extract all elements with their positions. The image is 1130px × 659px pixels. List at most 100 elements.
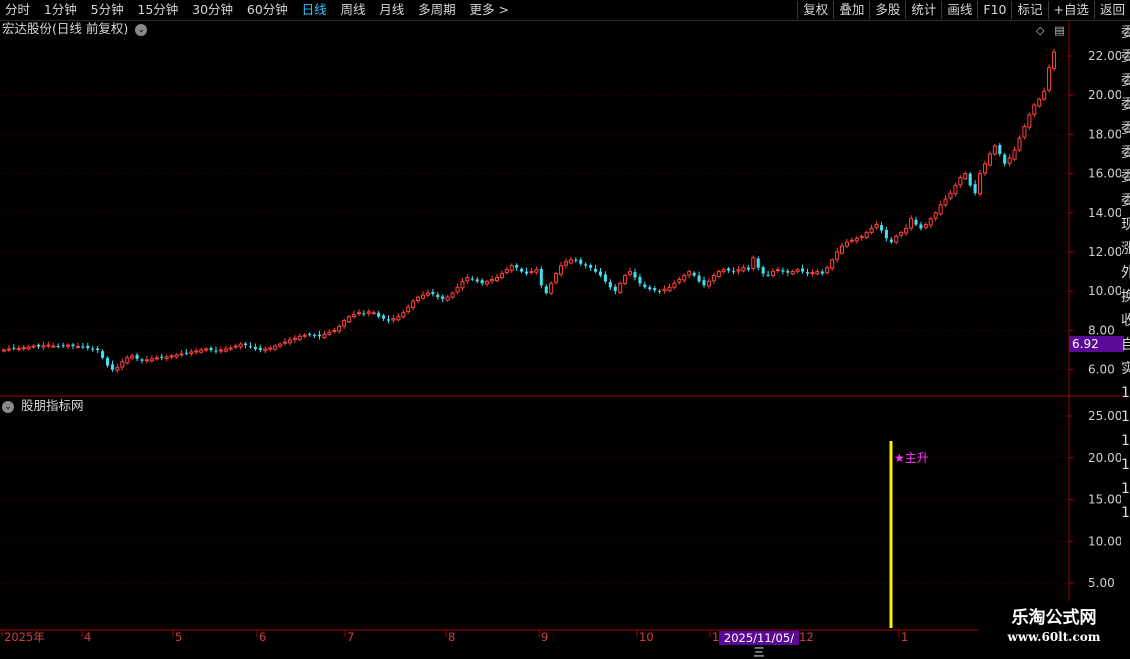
candle-body (382, 315, 386, 319)
fuquan-button[interactable]: 复权 (797, 1, 833, 19)
candle-body (761, 267, 765, 274)
price-tick-label: 6.00 (1088, 363, 1115, 377)
candle-body (589, 265, 593, 268)
tab-monthly[interactable]: 月线 (374, 1, 409, 19)
candle-body (1007, 157, 1012, 164)
indicator-tick-label: 15.00 (1088, 493, 1121, 507)
candle-body (377, 312, 381, 317)
tab-daily[interactable]: 日线 (297, 1, 332, 19)
candle-body (41, 345, 46, 348)
candle-body (973, 184, 977, 194)
candle-body (347, 316, 352, 323)
side-strip-char: 换 (1121, 289, 1130, 305)
candle-body (677, 278, 682, 283)
candle-body (943, 198, 948, 206)
candle-body (879, 225, 883, 231)
tab-60min[interactable]: 60分钟 (242, 1, 293, 19)
draw-line-button[interactable]: 画线 (941, 1, 977, 19)
side-strip-char: 1 (1121, 409, 1130, 425)
candle-body (968, 173, 972, 186)
chevron-down-icon[interactable]: ⌄ (2, 400, 14, 413)
candle-body (933, 212, 938, 219)
candle-body (978, 173, 983, 195)
candle-body (648, 287, 652, 290)
candle-body (1047, 67, 1052, 91)
price-tick-label: 20.00 (1088, 88, 1121, 102)
tab-multi-period[interactable]: 多周期 (413, 1, 461, 19)
candle-body (71, 344, 75, 347)
candle-body (322, 333, 327, 338)
tab-weekly[interactable]: 周线 (335, 1, 370, 19)
candle-body (534, 269, 539, 273)
candle-body (371, 312, 376, 315)
panel-controls: ◇ ▤ (1036, 23, 1071, 37)
tab-15min[interactable]: 15分钟 (132, 1, 183, 19)
side-strip-char: 自 (1121, 337, 1130, 353)
candle-body (904, 227, 909, 234)
statistics-button[interactable]: 统计 (905, 1, 941, 19)
back-button[interactable]: 返回 (1093, 1, 1130, 19)
date-tick-label: 5 (175, 630, 182, 644)
candle-body (579, 259, 583, 264)
candle-body (849, 239, 854, 242)
tab-1min[interactable]: 1分钟 (39, 1, 82, 19)
candle-body (1032, 104, 1037, 115)
candle-body (218, 349, 223, 352)
f10-button[interactable]: F10 (977, 1, 1011, 19)
candle-body (672, 282, 677, 288)
price-tick-label: 18.00 (1088, 127, 1121, 141)
candle-body (416, 296, 421, 301)
candle-body (919, 224, 923, 229)
candle-body (51, 345, 56, 348)
candle-body (199, 349, 204, 353)
date-tick-label: 2025年 (4, 630, 45, 644)
candle-body (830, 259, 835, 269)
side-strip-char: 现 (1121, 217, 1130, 233)
candle-body (608, 281, 612, 288)
candle-body (568, 259, 573, 264)
candle-body (436, 294, 440, 298)
multi-stock-button[interactable]: 多股 (869, 1, 905, 19)
candle-body (815, 271, 820, 275)
date-tick-label: 9 (541, 630, 548, 644)
panel-toggle-icon[interactable]: ▤ (1054, 24, 1064, 37)
candle-body (638, 276, 642, 284)
diamond-icon[interactable]: ◇ (1036, 24, 1044, 37)
candle-body (844, 241, 849, 247)
candle-body (431, 291, 435, 295)
chevron-down-icon[interactable]: ⌄ (135, 23, 148, 36)
candle-body (716, 271, 721, 278)
overlay-button[interactable]: 叠加 (833, 1, 869, 19)
candle-body (31, 345, 36, 348)
tab-fenshi[interactable]: 分时 (0, 1, 35, 19)
tab-5min[interactable]: 5分钟 (86, 1, 129, 19)
candle-body (169, 355, 174, 358)
candle-body (520, 268, 524, 272)
mark-button[interactable]: 标记 (1011, 1, 1047, 19)
candle-body (1012, 149, 1017, 160)
kline-chart[interactable]: 22.0020.0018.0016.0014.0012.0010.008.006… (0, 20, 1121, 650)
side-info-strip: 委委委委委委委委现涨外换收自实111111 (1121, 21, 1130, 631)
candle-body (869, 227, 874, 233)
candle-body (810, 272, 815, 275)
candle-body (56, 346, 60, 348)
candle-body (594, 268, 598, 272)
candle-body (420, 294, 426, 299)
tab-30min[interactable]: 30分钟 (187, 1, 238, 19)
indicator-title-bar: ⌄ 股朋指标网 (2, 398, 84, 414)
candle-body (667, 286, 672, 291)
candle-body (278, 343, 283, 347)
candle-body (692, 272, 696, 276)
candle-body (662, 288, 667, 292)
candle-body (539, 269, 543, 286)
date-tick-label: 10 (639, 630, 654, 644)
add-watchlist-button[interactable]: +自选 (1047, 1, 1094, 19)
candle-body (613, 286, 617, 292)
tab-more[interactable]: 更多 > (464, 1, 513, 19)
candle-body (273, 345, 278, 350)
candle-body (401, 312, 406, 318)
candle-body (490, 278, 495, 282)
candle-body (480, 280, 484, 284)
indicator-tick-label: 10.00 (1088, 534, 1121, 548)
candle-body (179, 353, 184, 356)
